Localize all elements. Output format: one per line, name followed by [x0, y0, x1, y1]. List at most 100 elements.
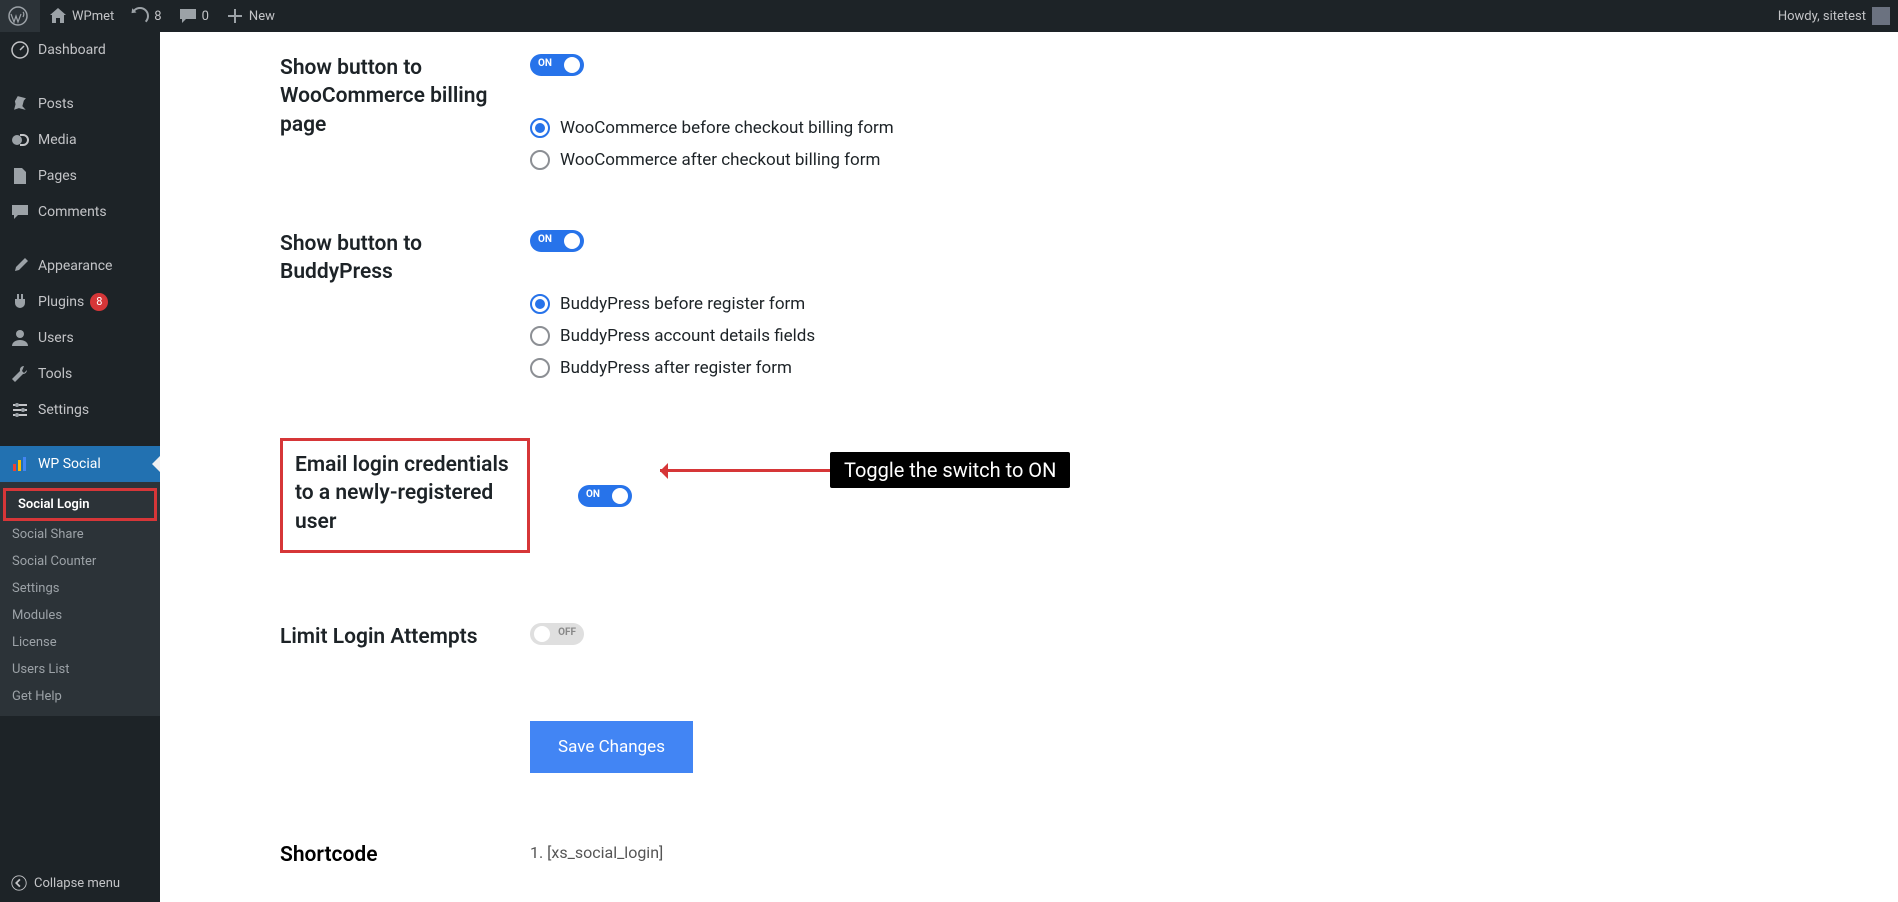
wp-logo-menu[interactable]: [0, 0, 40, 32]
limit-login-control: OFF: [530, 623, 584, 645]
toggle-off-label: OFF: [558, 627, 576, 638]
user-icon: [10, 328, 30, 348]
email-creds-toggle[interactable]: ON: [578, 485, 632, 507]
updates-menu[interactable]: 8: [122, 0, 169, 32]
submenu-license[interactable]: License: [0, 629, 160, 656]
wp-social-submenu: Social Login Social Share Social Counter…: [0, 482, 160, 716]
woo-before-radio[interactable]: WooCommerce before checkout billing form: [530, 118, 894, 138]
bp-account-radio[interactable]: BuddyPress account details fields: [530, 326, 815, 346]
menu-media[interactable]: Media: [0, 122, 160, 158]
menu-posts-label: Posts: [38, 96, 74, 112]
submenu-social-login[interactable]: Social Login: [3, 488, 157, 521]
save-row: Save Changes: [280, 721, 1898, 773]
submenu-settings[interactable]: Settings: [0, 575, 160, 602]
toggle-knob: [564, 233, 580, 249]
buddypress-control: ON BuddyPress before register form Buddy…: [530, 230, 815, 378]
admin-bar-left: WPmet 8 0 New: [0, 0, 283, 32]
limit-login-label: Limit Login Attempts: [280, 623, 530, 651]
toggle-on-label: ON: [538, 234, 552, 245]
woo-after-radio[interactable]: WooCommerce after checkout billing form: [530, 150, 894, 170]
menu-appearance-label: Appearance: [38, 258, 112, 274]
annotation: Toggle the switch to ON: [660, 452, 1070, 488]
radio-icon: [530, 294, 550, 314]
shortcode-value: 1. [xs_social_login]: [530, 843, 663, 862]
menu-comments-label: Comments: [38, 204, 107, 220]
save-control: Save Changes: [530, 721, 693, 773]
woo-billing-control: ON WooCommerce before checkout billing f…: [530, 54, 894, 170]
setting-limit-login: Limit Login Attempts OFF: [280, 623, 1898, 651]
menu-posts[interactable]: Posts: [0, 86, 160, 122]
collapse-menu[interactable]: Collapse menu: [0, 864, 160, 902]
menu-pages[interactable]: Pages: [0, 158, 160, 194]
comments-icon: [10, 202, 30, 222]
setting-buddypress: Show button to BuddyPress ON BuddyPress …: [280, 230, 1898, 378]
brush-icon: [10, 256, 30, 276]
radio-icon: [530, 150, 550, 170]
plus-icon: [225, 6, 245, 26]
menu-dashboard[interactable]: Dashboard: [0, 32, 160, 68]
wrench-icon: [10, 364, 30, 384]
buddypress-toggle[interactable]: ON: [530, 230, 584, 252]
menu-wp-social-label: WP Social: [38, 456, 101, 472]
new-label: New: [249, 9, 275, 24]
menu-wp-social[interactable]: WP Social: [0, 446, 160, 482]
save-button[interactable]: Save Changes: [530, 721, 693, 773]
toggle-knob: [564, 57, 580, 73]
submenu-social-share[interactable]: Social Share: [0, 521, 160, 548]
submenu-users-list[interactable]: Users List: [0, 656, 160, 683]
menu-comments[interactable]: Comments: [0, 194, 160, 230]
admin-bar: WPmet 8 0 New Howdy, sitetest: [0, 0, 1898, 32]
menu-settings[interactable]: Settings: [0, 392, 160, 428]
admin-bar-right: Howdy, sitetest: [1770, 0, 1898, 32]
radio-label: WooCommerce before checkout billing form: [560, 118, 894, 138]
media-icon: [10, 130, 30, 150]
submenu-social-counter[interactable]: Social Counter: [0, 548, 160, 575]
radio-icon: [530, 326, 550, 346]
site-name-menu[interactable]: WPmet: [40, 0, 122, 32]
refresh-icon: [130, 6, 150, 26]
setting-email-creds: Email login credentials to a newly-regis…: [280, 438, 1898, 553]
menu-tools[interactable]: Tools: [0, 356, 160, 392]
new-content-menu[interactable]: New: [217, 0, 283, 32]
toggle-knob: [534, 626, 550, 642]
menu-appearance[interactable]: Appearance: [0, 248, 160, 284]
menu-pages-label: Pages: [38, 168, 77, 184]
dashboard-icon: [10, 40, 30, 60]
setting-woo-billing: Show button to WooCommerce billing page …: [280, 54, 1898, 170]
comments-count: 0: [202, 9, 209, 24]
chart-icon: [10, 454, 30, 474]
avatar: [1872, 7, 1890, 25]
annotation-text: Toggle the switch to ON: [830, 452, 1070, 488]
menu-dashboard-label: Dashboard: [38, 42, 106, 58]
bp-before-radio[interactable]: BuddyPress before register form: [530, 294, 815, 314]
menu-plugins[interactable]: Plugins 8: [0, 284, 160, 320]
toggle-on-label: ON: [586, 489, 600, 500]
menu-users-label: Users: [38, 330, 74, 346]
bp-after-radio[interactable]: BuddyPress after register form: [530, 358, 815, 378]
radio-label: BuddyPress before register form: [560, 294, 805, 314]
menu-tools-label: Tools: [38, 366, 72, 382]
toggle-on-label: ON: [538, 58, 552, 69]
menu-users[interactable]: Users: [0, 320, 160, 356]
menu-media-label: Media: [38, 132, 77, 148]
user-menu[interactable]: Howdy, sitetest: [1770, 0, 1898, 32]
toggle-knob: [612, 488, 628, 504]
plugin-icon: [10, 292, 30, 312]
radio-label: BuddyPress after register form: [560, 358, 792, 378]
greeting: Howdy, sitetest: [1778, 9, 1866, 24]
submenu-get-help[interactable]: Get Help: [0, 683, 160, 710]
radio-label: WooCommerce after checkout billing form: [560, 150, 880, 170]
radio-icon: [530, 358, 550, 378]
buddypress-label: Show button to BuddyPress: [280, 230, 530, 287]
collapse-label: Collapse menu: [34, 876, 120, 891]
menu-settings-label: Settings: [38, 402, 89, 418]
email-creds-label: Email login credentials to a newly-regis…: [280, 438, 530, 553]
woo-billing-label: Show button to WooCommerce billing page: [280, 54, 530, 139]
woo-billing-toggle[interactable]: ON: [530, 54, 584, 76]
submenu-modules[interactable]: Modules: [0, 602, 160, 629]
collapse-icon: [10, 874, 28, 892]
comments-menu[interactable]: 0: [170, 0, 217, 32]
main-content: Show button to WooCommerce billing page …: [160, 32, 1898, 902]
email-creds-control: ON: [578, 485, 632, 507]
limit-login-toggle[interactable]: OFF: [530, 623, 584, 645]
